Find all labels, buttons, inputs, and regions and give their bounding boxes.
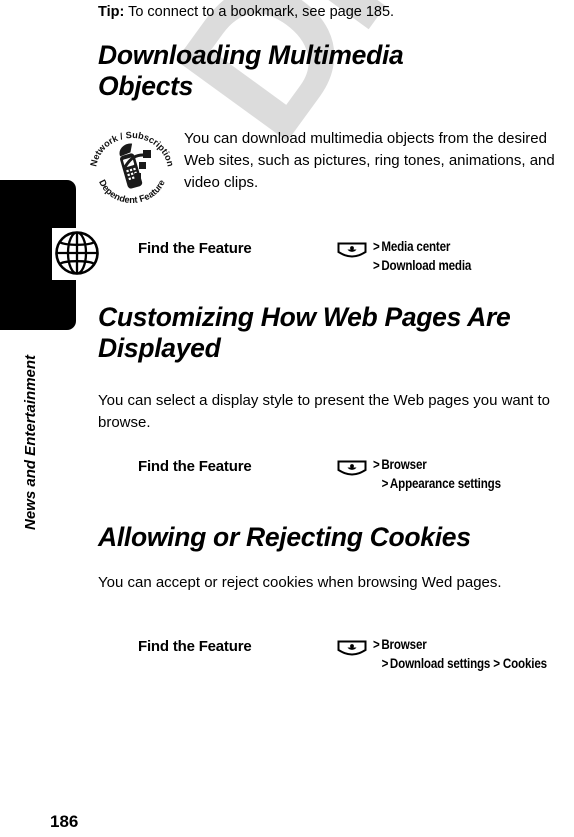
menu-path-item: Media center: [381, 239, 451, 254]
page-number: 186: [50, 812, 79, 831]
section-body-downloading-multimedia-objects: You can download multimedia objects from…: [184, 130, 555, 191]
tip-label: Tip:: [98, 4, 125, 20]
globe-icon: [54, 230, 100, 276]
network-subscription-dependent-feature-icon: Network / Subscription Dependent Feature: [87, 127, 177, 205]
find-the-feature-label: Find the Feature: [138, 458, 252, 475]
menu-path-separator: >: [373, 637, 380, 652]
page-title-customizing-how-web-pages-are-displayed: Customizing How Web Pages Are Displayed: [98, 302, 511, 363]
page-title-allowing-or-rejecting-cookies: Allowing or Rejecting Cookies: [98, 522, 471, 552]
section-body-allowing-or-rejecting-cookies: You can accept or reject cookies when br…: [98, 574, 502, 591]
find-the-feature-path: > Media center > Download media: [373, 237, 574, 275]
menu-path-separator: >: [373, 457, 380, 472]
menu-path-line: > Media center: [373, 237, 546, 256]
find-the-feature-path: > Browser > Appearance settings: [373, 455, 574, 493]
menu-path-item: Download settings > Cookies: [389, 656, 547, 671]
find-the-feature-path: > Browser > Download settings > Cookies: [373, 635, 574, 673]
page-title-downloading-multimedia-objects: Downloading Multimedia Objects: [98, 40, 404, 101]
menu-path-line: > Browser: [373, 455, 546, 474]
menu-path-separator: >: [381, 476, 389, 491]
find-the-feature-label: Find the Feature: [138, 240, 252, 257]
page-content: News and Entertainment Tip: To connect t…: [0, 0, 574, 837]
find-the-feature-label: Find the Feature: [138, 638, 252, 655]
chapter-title-label: News and Entertainment: [22, 354, 39, 530]
menu-path-separator: >: [373, 258, 380, 273]
menu-path-separator: >: [381, 656, 389, 671]
menu-path-separator: >: [373, 239, 380, 254]
menu-path-line: > Appearance settings: [373, 474, 546, 493]
section-body-customizing-how-web-pages-are-displayed: You can select a display style to presen…: [98, 392, 550, 431]
menu-path-line: > Download media: [373, 256, 546, 275]
manual-page: DRAFT News and Entertainment Tip: To con…: [0, 0, 574, 837]
menu-path-item: Appearance settings: [389, 476, 501, 491]
center-select-key-icon: [337, 460, 367, 476]
menu-path-item: Browser: [381, 457, 427, 472]
menu-path-line: > Download settings > Cookies: [373, 654, 574, 673]
chapter-title: News and Entertainment: [0, 330, 76, 530]
menu-path-line: > Browser: [373, 635, 574, 654]
center-select-key-icon: [337, 640, 367, 656]
center-select-key-icon: [337, 242, 367, 258]
menu-path-item: Browser: [381, 637, 427, 652]
menu-path-item: Download media: [381, 258, 472, 273]
tip-line: Tip: To connect to a bookmark, see page …: [98, 2, 574, 22]
tip-text: To connect to a bookmark, see page 185.: [124, 4, 395, 20]
